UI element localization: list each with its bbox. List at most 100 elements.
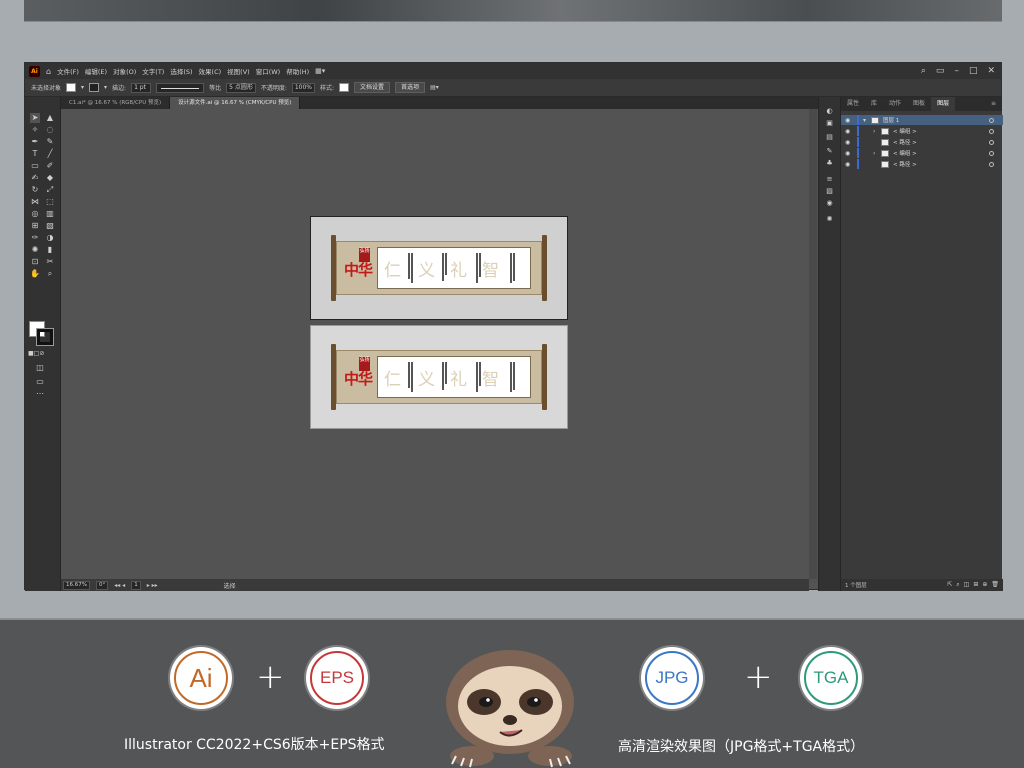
- home-icon[interactable]: ⌂: [46, 67, 51, 76]
- layer-row[interactable]: ◉ › < 编组 >: [841, 148, 1003, 158]
- menu-window[interactable]: 窗口(W): [256, 66, 281, 76]
- brush-field[interactable]: 5 点圆形: [226, 82, 256, 93]
- variable-width-profile[interactable]: [156, 82, 205, 93]
- document-setup-button[interactable]: 文档设置: [354, 82, 391, 93]
- symbols-icon[interactable]: ♣: [825, 159, 834, 168]
- tab-actions[interactable]: 动作: [883, 97, 907, 111]
- graph-tool-icon[interactable]: ▮: [45, 245, 55, 255]
- target-icon[interactable]: [989, 161, 994, 167]
- zoom-tool-icon[interactable]: ⌕: [45, 269, 55, 279]
- maximize-button[interactable]: □: [969, 66, 978, 76]
- stroke-weight-field[interactable]: 1 pt: [131, 82, 152, 93]
- stroke-icon[interactable]: ≡: [825, 175, 834, 184]
- close-button[interactable]: ✕: [987, 66, 995, 76]
- artboard-number-field[interactable]: 1: [131, 580, 141, 590]
- width-tool-icon[interactable]: ⋈: [30, 197, 40, 207]
- artboard-nav-icon[interactable]: ◂◂ ◂: [114, 582, 125, 589]
- layer-row[interactable]: ◉ < 路径 >: [841, 137, 1003, 147]
- direct-selection-tool-icon[interactable]: ▲: [45, 113, 55, 123]
- vertical-scrollbar[interactable]: [809, 109, 817, 579]
- eraser-icon[interactable]: ◆: [45, 173, 55, 183]
- visibility-eye-icon[interactable]: ◉: [845, 139, 853, 146]
- target-icon[interactable]: [989, 128, 994, 134]
- visibility-eye-icon[interactable]: ◉: [845, 117, 853, 124]
- export-icon[interactable]: ⇱: [947, 581, 952, 589]
- artboard-tool-icon[interactable]: ⊡: [30, 257, 40, 267]
- shaper-tool-icon[interactable]: ✍: [30, 173, 40, 183]
- layer-row[interactable]: ◉ ▾ 图层 1: [841, 115, 1003, 125]
- workspace-icon[interactable]: ▦▾: [315, 67, 325, 75]
- fill-swatch[interactable]: [66, 83, 77, 92]
- tab-document-2[interactable]: 设计源文件.ai @ 16.67 % (CMYK/CPU 预览): [170, 97, 301, 109]
- hand-tool-icon[interactable]: ✋: [30, 269, 40, 279]
- chevron-right-icon[interactable]: ›: [873, 128, 875, 135]
- color-mode-icon[interactable]: ■□⊘: [28, 349, 44, 359]
- layer-row[interactable]: ◉ < 路径 >: [841, 159, 1003, 169]
- more-tools-icon[interactable]: ⋯: [35, 389, 45, 399]
- gradient-tool-icon[interactable]: ▧: [45, 221, 55, 231]
- menu-select[interactable]: 选择(S): [170, 66, 192, 76]
- chevron-down-icon[interactable]: ▾: [863, 117, 866, 124]
- menu-effect[interactable]: 效果(C): [199, 66, 222, 76]
- screen-mode-icon[interactable]: ▭: [35, 377, 45, 387]
- arrange-icon[interactable]: ▭: [936, 66, 945, 76]
- libraries-icon[interactable]: ▣: [825, 119, 834, 128]
- panel-menu-icon[interactable]: ≡: [985, 97, 1002, 111]
- rectangle-tool-icon[interactable]: ▭: [30, 161, 40, 171]
- new-sublayer-icon[interactable]: ⊞: [973, 581, 978, 589]
- menu-type[interactable]: 文字(T): [142, 66, 164, 76]
- artboard-2[interactable]: 弘扬 中华 仁 义 礼 智: [310, 325, 568, 429]
- lasso-icon[interactable]: ◌: [45, 125, 55, 135]
- clip-mask-icon[interactable]: ◫: [964, 581, 970, 589]
- style-swatch[interactable]: [339, 83, 350, 92]
- menu-object[interactable]: 对象(O): [113, 66, 136, 76]
- new-layer-icon[interactable]: ⊕: [982, 581, 987, 589]
- shape-builder-icon[interactable]: ◎: [30, 209, 40, 219]
- gradient-icon[interactable]: ▨: [825, 187, 834, 196]
- menu-edit[interactable]: 编辑(E): [85, 66, 107, 76]
- menu-view[interactable]: 视图(V): [227, 66, 250, 76]
- visibility-eye-icon[interactable]: ◉: [845, 128, 853, 135]
- appearance-icon[interactable]: ✺: [825, 215, 834, 224]
- target-icon[interactable]: [989, 150, 994, 156]
- search-layer-icon[interactable]: ⌕: [956, 581, 959, 589]
- chevron-right-icon[interactable]: ›: [873, 150, 875, 157]
- tab-document-1[interactable]: C1.ai* @ 16.67 % (RGB/CPU 预览): [61, 97, 171, 109]
- tab-libraries[interactable]: 库: [865, 97, 883, 111]
- rotation-field[interactable]: 0°: [95, 580, 109, 590]
- artboard-nav-next-icon[interactable]: ▸ ▸▸: [147, 582, 158, 589]
- zoom-field[interactable]: 16.67%: [63, 580, 90, 590]
- selection-tool-icon[interactable]: ➤: [30, 113, 40, 123]
- artboard-1[interactable]: 弘扬 中华 仁 义 礼 智: [310, 216, 568, 320]
- magic-wand-icon[interactable]: ✧: [30, 125, 40, 135]
- type-tool-icon[interactable]: T: [30, 149, 40, 159]
- paintbrush-icon[interactable]: ✐: [45, 161, 55, 171]
- curvature-tool-icon[interactable]: ✎: [45, 137, 55, 147]
- properties-icon[interactable]: ▤: [825, 133, 834, 142]
- brushes-icon[interactable]: ✎: [825, 147, 834, 156]
- menu-file[interactable]: 文件(F): [57, 66, 79, 76]
- canvas[interactable]: 弘扬 中华 仁 义 礼 智 弘扬 中华 仁 义 礼 智: [61, 109, 809, 579]
- arrange-docs-icon[interactable]: ▤▾: [430, 84, 439, 91]
- target-icon[interactable]: [989, 139, 994, 145]
- blend-tool-icon[interactable]: ◑: [45, 233, 55, 243]
- menu-help[interactable]: 帮助(H): [286, 66, 309, 76]
- eyedropper-icon[interactable]: ✑: [30, 233, 40, 243]
- opacity-field[interactable]: 100%: [291, 82, 316, 93]
- visibility-eye-icon[interactable]: ◉: [845, 150, 853, 157]
- search-icon[interactable]: ⌕: [921, 66, 926, 76]
- rotate-tool-icon[interactable]: ↻: [30, 185, 40, 195]
- mesh-tool-icon[interactable]: ⊞: [30, 221, 40, 231]
- chevron-down-icon[interactable]: ▾: [104, 84, 107, 91]
- minimize-button[interactable]: –: [954, 66, 959, 76]
- tab-properties[interactable]: 属性: [841, 97, 865, 111]
- visibility-eye-icon[interactable]: ◉: [845, 161, 853, 168]
- stroke-swatch[interactable]: [89, 83, 100, 92]
- stroke-color-box[interactable]: [36, 328, 54, 346]
- layer-row[interactable]: ◉ › < 编组 >: [841, 126, 1003, 136]
- chevron-down-icon[interactable]: ▾: [81, 84, 84, 91]
- perspective-grid-icon[interactable]: ▥: [45, 209, 55, 219]
- color-icon[interactable]: ◐: [825, 107, 834, 116]
- free-transform-icon[interactable]: ⬚: [45, 197, 55, 207]
- trash-icon[interactable]: 🗑: [991, 581, 999, 589]
